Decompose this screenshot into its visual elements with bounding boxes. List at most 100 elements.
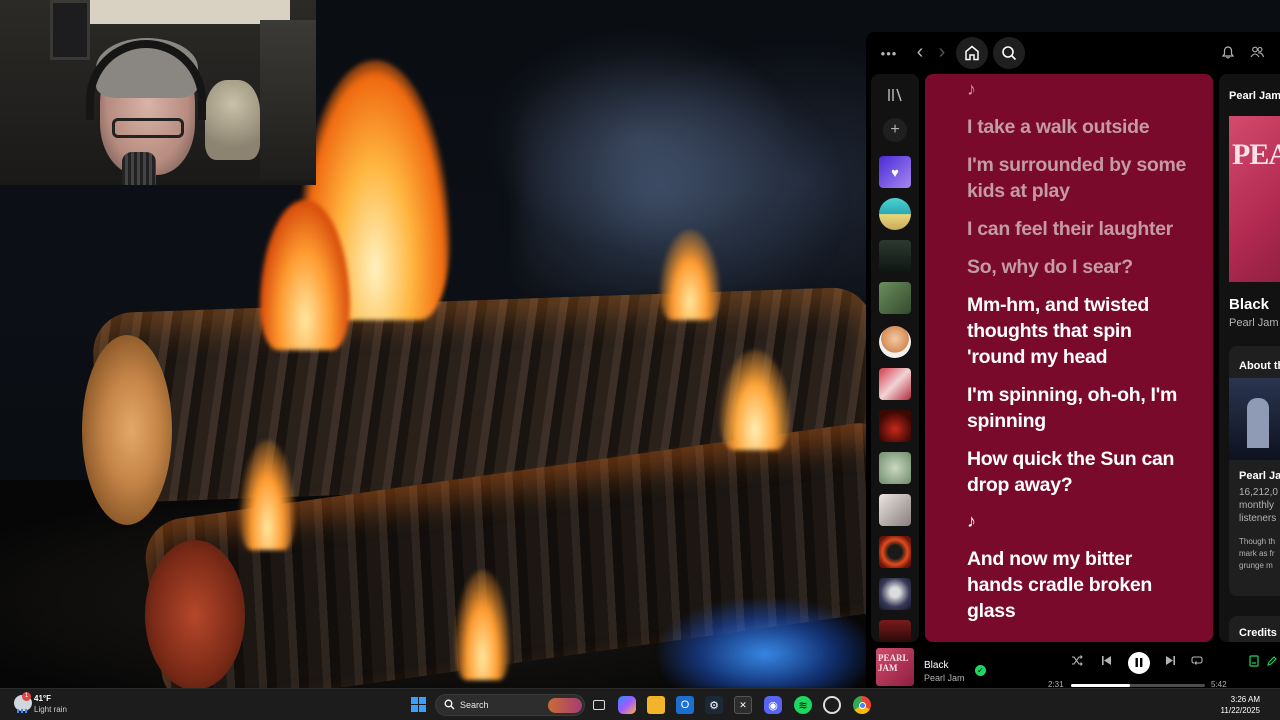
- chrome-icon[interactable]: [853, 696, 871, 714]
- artist-bio: Though th mark as fr grunge m: [1239, 536, 1280, 572]
- search-label: Search: [460, 700, 489, 710]
- previous-icon[interactable]: [1098, 655, 1114, 669]
- now-playing-panel: Pearl Jam PEAR Black Pearl Jam About th …: [1219, 74, 1280, 642]
- lyric-line[interactable]: I can feel their laughter: [967, 216, 1187, 242]
- microphone: [122, 152, 156, 185]
- home-icon: [965, 45, 979, 61]
- search-button[interactable]: [993, 37, 1025, 69]
- steam-icon[interactable]: ⚙: [705, 696, 723, 714]
- library-item[interactable]: [879, 240, 911, 272]
- library-item[interactable]: [879, 578, 911, 610]
- system-clock[interactable]: 3:26 AM 11/22/2025: [1221, 694, 1260, 716]
- obs-icon[interactable]: [823, 696, 841, 714]
- shuffle-icon[interactable]: [1069, 655, 1085, 669]
- library-item[interactable]: [879, 620, 911, 642]
- listeners-label: listeners: [1239, 513, 1277, 524]
- panel-artist-header[interactable]: Pearl Jam: [1229, 90, 1280, 102]
- lyric-line[interactable]: How quick the Sun can drop away?: [967, 446, 1187, 498]
- library-item[interactable]: [879, 536, 911, 568]
- taskbar-search-input[interactable]: Search: [435, 694, 585, 716]
- library-item[interactable]: [879, 282, 911, 314]
- pencil-icon[interactable]: [1264, 655, 1280, 669]
- search-highlight-icon: [548, 698, 582, 713]
- figurine: [205, 80, 260, 160]
- forward-icon[interactable]: ›: [934, 41, 950, 63]
- copilot-icon[interactable]: [618, 696, 636, 714]
- windows-taskbar: 1 41°F Light rain Search O ⚙ ✕ ◉ ≋ 3:26 …: [0, 688, 1280, 720]
- artist-photo: [1229, 378, 1280, 460]
- log-end-grain: [82, 335, 172, 525]
- credits-card[interactable]: Credits: [1229, 616, 1280, 642]
- clock-time: 3:26 AM: [1230, 695, 1260, 704]
- about-artist-card[interactable]: About th Pearl Jam 16,212,0 monthly list…: [1229, 346, 1280, 596]
- windows-start-icon[interactable]: [410, 696, 428, 714]
- spotify-icon[interactable]: ≋: [794, 696, 812, 714]
- xbox-icon[interactable]: ✕: [734, 696, 752, 714]
- about-label: About th: [1239, 360, 1280, 372]
- lyric-line[interactable]: I'm surrounded by some kids at play: [967, 152, 1187, 204]
- library-item[interactable]: [879, 452, 911, 484]
- friends-icon[interactable]: [1249, 44, 1265, 60]
- blue-flame: [660, 600, 870, 688]
- library-item[interactable]: [879, 368, 911, 400]
- about-artist-name[interactable]: Pearl Jam: [1239, 470, 1280, 482]
- liked-songs-heart-icon[interactable]: ♥: [879, 156, 911, 188]
- artist-bio-line: Though th: [1239, 537, 1276, 546]
- bell-icon[interactable]: [1221, 44, 1235, 60]
- spotify-window: ••• ‹ › + ♥ ♪ I take a walk outside I'm …: [866, 32, 1280, 688]
- lyrics-view-icon[interactable]: [1246, 655, 1262, 670]
- lyrics-list: ♪ I take a walk outside I'm surrounded by …: [967, 78, 1187, 636]
- library-item[interactable]: [879, 198, 911, 230]
- repeat-icon[interactable]: [1189, 655, 1205, 669]
- library-item[interactable]: [879, 326, 911, 358]
- shelf: [260, 20, 316, 180]
- panel-track-title[interactable]: Black: [1229, 296, 1269, 313]
- lyric-note-icon[interactable]: ♪: [967, 510, 1187, 532]
- search-icon: [444, 699, 455, 713]
- library-sidebar: + ♥: [871, 74, 919, 642]
- lyric-line[interactable]: I take a walk outside: [967, 114, 1187, 140]
- artist-bio-line: mark as fr: [1239, 549, 1275, 558]
- panel-track-artist[interactable]: Pearl Jam: [1229, 317, 1279, 329]
- player-cover[interactable]: PEARL JAM: [876, 648, 914, 686]
- lyric-line[interactable]: Mm-hm, and twisted thoughts that spin 'r…: [967, 292, 1187, 370]
- glasses: [112, 118, 184, 138]
- monthly-label: monthly: [1239, 500, 1275, 511]
- weather-badge: 1: [22, 692, 31, 701]
- weather-temperature[interactable]: 41°F: [34, 694, 51, 703]
- clock-date: 11/22/2025: [1220, 706, 1260, 715]
- lyric-note-icon[interactable]: ♪: [967, 78, 1187, 100]
- player-track-title[interactable]: Black: [924, 660, 948, 671]
- monthly-listeners-count: 16,212,0: [1239, 487, 1278, 498]
- window: [50, 0, 90, 60]
- saved-check-icon[interactable]: ✓: [975, 665, 986, 676]
- library-item[interactable]: [879, 494, 911, 526]
- pause-button[interactable]: [1128, 652, 1150, 674]
- progress-bar[interactable]: [1071, 684, 1205, 687]
- back-icon[interactable]: ‹: [912, 41, 928, 63]
- total-time: 5:42: [1211, 680, 1227, 688]
- spotify-topbar: ••• ‹ ›: [866, 32, 1280, 74]
- log-end-glow: [145, 540, 245, 688]
- elapsed-time: 2:31: [1048, 680, 1064, 688]
- player-track-artist[interactable]: Pearl Jam: [924, 673, 965, 683]
- artist-bio-line: grunge m: [1239, 561, 1273, 570]
- lyric-line[interactable]: So, why do I sear?: [967, 254, 1187, 280]
- library-icon[interactable]: [883, 88, 907, 108]
- library-item[interactable]: [879, 410, 911, 442]
- file-explorer-icon[interactable]: [647, 696, 665, 714]
- next-icon[interactable]: [1162, 655, 1178, 669]
- webcam-overlay: [0, 0, 316, 185]
- menu-icon[interactable]: •••: [878, 43, 900, 63]
- discord-icon[interactable]: ◉: [764, 696, 782, 714]
- weather-description[interactable]: Light rain: [34, 705, 67, 714]
- task-view-icon[interactable]: [590, 696, 608, 714]
- outlook-icon[interactable]: O: [676, 696, 694, 714]
- lyric-line[interactable]: And now my bitter hands cradle broken gl…: [967, 546, 1187, 624]
- add-icon[interactable]: +: [883, 118, 907, 142]
- lyric-line[interactable]: I'm spinning, oh-oh, I'm spinning: [967, 382, 1187, 434]
- pause-icon: [1135, 658, 1143, 667]
- album-cover-logo: PEAR: [1232, 138, 1280, 171]
- home-button[interactable]: [956, 37, 988, 69]
- credits-label: Credits: [1239, 627, 1277, 639]
